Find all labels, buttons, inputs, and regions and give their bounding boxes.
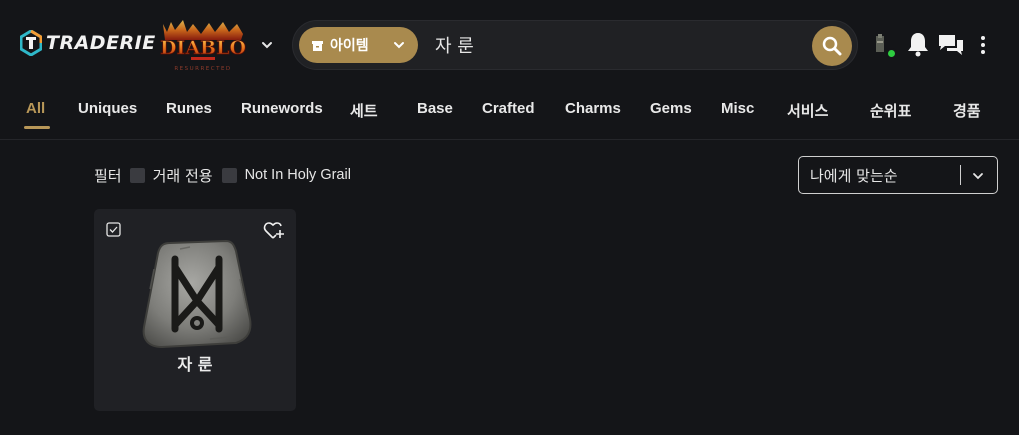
nav-tab-leaderboard[interactable]: 순위표 [870,100,911,121]
search-input[interactable] [435,31,795,59]
online-status-indicator [886,48,897,59]
diablo-game-logo[interactable]: DIABLO RESURRECTED [153,20,253,74]
active-tab-indicator [24,126,50,129]
chevron-down-icon [394,42,404,49]
svg-text:DIABLO: DIABLO [160,37,246,59]
add-to-wishlist-icon[interactable] [263,221,285,241]
traderie-logo-icon [20,30,42,56]
nav-tab-sets[interactable]: 세트 [350,100,378,121]
filter-row: 필터 거래 전용 Not In Holy Grail [94,164,360,186]
nav-tab-uniques[interactable]: Uniques [78,100,137,117]
category-label: 아이템 [330,38,369,54]
nav-tab-base[interactable]: Base [417,100,453,117]
nav-tab-services[interactable]: 서비스 [787,100,828,121]
header: TRADERIE DIABLO RESURRECTED 아이템 [0,0,1019,90]
svg-text:RESURRECTED: RESURRECTED [174,66,231,72]
filter-label: 필터 [94,166,122,185]
item-card[interactable]: 자 룬 [94,209,296,411]
nav-tab-all[interactable]: All [26,100,45,117]
holy-grail-label[interactable]: Not In Holy Grail [245,167,351,183]
more-options-icon[interactable] [976,34,990,56]
brand-name: TRADERIE [46,32,156,54]
nav-tab-charms[interactable]: Charms [565,100,621,117]
holy-grail-checkbox[interactable] [221,167,237,183]
search-icon [822,36,842,56]
select-checkbox-icon[interactable] [106,222,121,237]
nav-tab-gems[interactable]: Gems [650,100,692,117]
category-nav: All Uniques Runes Runewords 세트 Base Craf… [0,90,1019,140]
nav-tab-giveaways[interactable]: 경품 [953,100,981,121]
sort-selected-value: 나에게 맞는순 [810,166,898,185]
nav-tab-runewords[interactable]: Runewords [241,100,323,117]
nav-tab-misc[interactable]: Misc [721,100,754,117]
rune-icon [142,239,252,349]
category-dropdown-button[interactable]: 아이템 [299,27,418,63]
chevron-down-icon [973,173,983,180]
traderie-logo[interactable]: TRADERIE [20,30,156,56]
trade-only-label[interactable]: 거래 전용 [153,165,213,186]
nav-tab-runes[interactable]: Runes [166,100,212,117]
box-icon [312,40,323,51]
chat-icon[interactable] [938,33,964,57]
search-bar: 아이템 [292,20,858,70]
search-button[interactable] [812,26,852,66]
sort-dropdown[interactable]: 나에게 맞는순 [798,156,998,194]
item-name: 자 룬 [177,355,213,374]
sort-divider [960,165,961,185]
bell-icon[interactable] [906,31,930,57]
nav-tab-crafted[interactable]: Crafted [482,100,535,117]
trade-only-checkbox[interactable] [129,167,145,183]
game-select-chevron-icon[interactable] [260,38,274,52]
